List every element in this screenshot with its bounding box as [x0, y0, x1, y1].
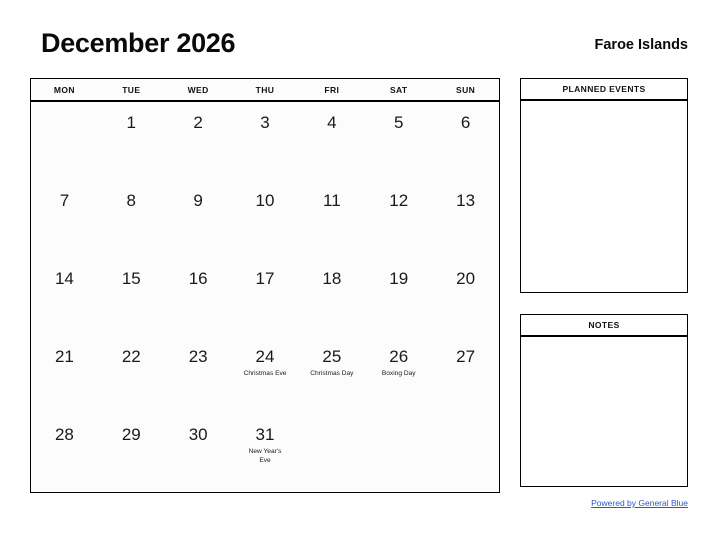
- day-cell-13[interactable]: 13: [432, 180, 499, 258]
- planned-events-panel[interactable]: PLANNED EVENTS: [520, 78, 688, 293]
- day-number: 6: [460, 113, 471, 132]
- day-cell-27[interactable]: 27: [432, 336, 499, 414]
- day-event-label: Christmas Day: [310, 370, 354, 377]
- day-number: 8: [126, 191, 137, 210]
- day-number: 24: [255, 347, 275, 366]
- day-cell-empty: [365, 414, 432, 492]
- footer: Powered by General Blue: [591, 498, 688, 508]
- day-number: 25: [322, 347, 342, 366]
- day-cell-9[interactable]: 9: [165, 180, 232, 258]
- day-cell-28[interactable]: 28: [31, 414, 98, 492]
- weekday-header-mon: MON: [53, 84, 75, 95]
- page-header: December 2026 Faroe Islands: [0, 28, 712, 68]
- day-cell-4[interactable]: 4: [298, 102, 365, 180]
- day-number: 9: [193, 191, 203, 210]
- region-title: Faroe Islands: [594, 37, 688, 53]
- day-cell-20[interactable]: 20: [432, 258, 499, 336]
- day-number: 12: [389, 191, 409, 210]
- day-cell-21[interactable]: 21: [31, 336, 98, 414]
- weekday-header-fri: FRI: [324, 84, 340, 95]
- calendar-week-row: 14 15 16 17 18 19 20: [31, 258, 499, 336]
- calendar-weeks: 1 2 3 4 5 6 7 8 9 10 11 12 13 14 15 16 17 18 19 20 21 22 23 24 C…: [31, 102, 499, 492]
- day-event-label: Boxing Day: [381, 370, 416, 377]
- weekday-header-thu: THU: [255, 84, 275, 95]
- weekday-header-wed: WED: [187, 84, 209, 95]
- day-cell-8[interactable]: 8: [98, 180, 165, 258]
- day-event-label: New Year's Eve: [248, 448, 282, 464]
- day-number: 30: [188, 425, 208, 444]
- day-number: 16: [188, 269, 208, 288]
- calendar-table: MON TUE WED THU FRI SAT SUN 1 2 3 4 5 6 7 8 9 10 11 12 13 1…: [30, 78, 500, 493]
- page-title: December 2026: [41, 28, 236, 58]
- day-number: 14: [54, 269, 74, 288]
- day-number: 18: [322, 269, 342, 288]
- day-cell-empty: [298, 414, 365, 492]
- day-number: 28: [54, 425, 74, 444]
- day-number: 19: [389, 269, 409, 288]
- day-number: 3: [260, 113, 270, 132]
- day-cell-18[interactable]: 18: [298, 258, 365, 336]
- day-cell-empty: [31, 102, 98, 180]
- day-number: 27: [456, 347, 476, 366]
- weekday-header-tue: TUE: [122, 84, 141, 95]
- day-number: 29: [121, 425, 141, 444]
- day-cell-29[interactable]: 29: [98, 414, 165, 492]
- powered-by-link[interactable]: Powered by General Blue: [591, 498, 688, 508]
- day-cell-1[interactable]: 1: [98, 102, 165, 180]
- day-number: 7: [59, 191, 70, 210]
- day-cell-12[interactable]: 12: [365, 180, 432, 258]
- day-number: 4: [327, 113, 337, 132]
- day-number: 31: [255, 425, 275, 444]
- calendar-week-row: 21 22 23 24 Christmas Eve 25 Christmas Day 26 Bo…: [31, 336, 499, 414]
- day-cell-5[interactable]: 5: [365, 102, 432, 180]
- day-cell-19[interactable]: 19: [365, 258, 432, 336]
- day-cell-26[interactable]: 26 Boxing Day: [365, 336, 432, 414]
- day-cell-16[interactable]: 16: [165, 258, 232, 336]
- notes-panel[interactable]: NOTES: [520, 314, 688, 487]
- day-cell-6[interactable]: 6: [432, 102, 499, 180]
- day-cell-empty: [432, 414, 499, 492]
- planned-events-title: PLANNED EVENTS: [521, 79, 687, 101]
- day-number: 20: [456, 269, 476, 288]
- day-number: 26: [389, 347, 409, 366]
- day-number: 10: [255, 191, 275, 210]
- day-number: 15: [121, 269, 141, 288]
- day-number: 23: [188, 347, 208, 366]
- day-cell-25[interactable]: 25 Christmas Day: [298, 336, 365, 414]
- day-number: 17: [255, 269, 275, 288]
- day-cell-11[interactable]: 11: [298, 180, 365, 258]
- day-cell-23[interactable]: 23: [165, 336, 232, 414]
- day-cell-14[interactable]: 14: [31, 258, 98, 336]
- day-cell-2[interactable]: 2: [165, 102, 232, 180]
- day-cell-10[interactable]: 10: [232, 180, 299, 258]
- calendar-week-row: 7 8 9 10 11 12 13: [31, 180, 499, 258]
- notes-title: NOTES: [521, 315, 687, 337]
- day-number: 21: [54, 347, 74, 366]
- day-cell-17[interactable]: 17: [232, 258, 299, 336]
- day-number: 22: [121, 347, 141, 366]
- day-cell-31[interactable]: 31 New Year's Eve: [232, 414, 299, 492]
- day-cell-22[interactable]: 22: [98, 336, 165, 414]
- day-number: 1: [126, 113, 137, 132]
- calendar-week-row: 28 29 30 31 New Year's Eve: [31, 414, 499, 492]
- day-number: 11: [323, 191, 341, 210]
- day-number: 5: [393, 113, 404, 132]
- day-cell-24[interactable]: 24 Christmas Eve: [232, 336, 299, 414]
- weekday-header-sat: SAT: [389, 84, 408, 95]
- day-number: 13: [456, 191, 476, 210]
- day-cell-15[interactable]: 15: [98, 258, 165, 336]
- weekday-header-sun: SUN: [456, 84, 476, 95]
- day-cell-30[interactable]: 30: [165, 414, 232, 492]
- planned-events-body[interactable]: [521, 101, 687, 292]
- day-cell-3[interactable]: 3: [232, 102, 299, 180]
- day-number: 2: [193, 113, 203, 132]
- weekday-header-row: MON TUE WED THU FRI SAT SUN: [31, 79, 499, 102]
- notes-body[interactable]: [521, 337, 687, 486]
- day-event-label: Christmas Eve: [243, 370, 287, 377]
- day-cell-7[interactable]: 7: [31, 180, 98, 258]
- calendar-week-row: 1 2 3 4 5 6: [31, 102, 499, 180]
